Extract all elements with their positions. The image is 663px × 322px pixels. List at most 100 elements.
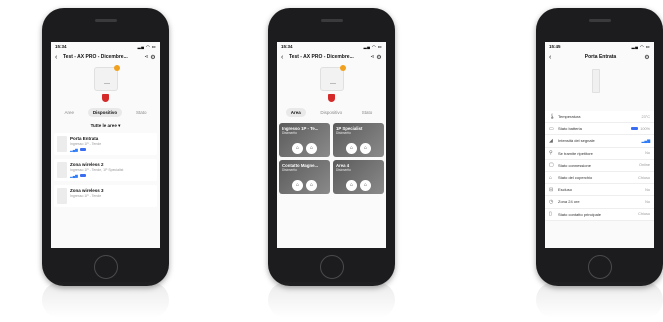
property-value: No bbox=[645, 199, 650, 204]
arm-stay-icon[interactable]: ⌂ bbox=[306, 143, 317, 154]
property-label: Stato batteria bbox=[558, 126, 582, 132]
property-row: ◷ Zona 24 ore No bbox=[545, 196, 654, 209]
device-item[interactable]: Porta Entrata Ingresso 1P - Tende ▂▄▆ bbox=[54, 133, 157, 155]
status-bar: 15:34 ▂▄ ◠ ▭ bbox=[277, 42, 386, 51]
arm-away-icon[interactable]: ⌂ bbox=[346, 143, 357, 154]
status-time: 15:34 bbox=[55, 44, 67, 49]
area-status: Disinserito bbox=[336, 168, 351, 172]
gear-icon[interactable]: ⚙ bbox=[150, 54, 156, 61]
share-icon[interactable]: ⋖ bbox=[369, 54, 376, 60]
tab-dispositivo[interactable]: Dispositivo bbox=[87, 108, 123, 117]
battery-icon: ▭ bbox=[549, 125, 554, 132]
back-icon[interactable]: ‹ bbox=[281, 54, 289, 61]
area-status: Disinserito bbox=[282, 168, 297, 172]
property-row: ▢ Stato connessione Online bbox=[545, 160, 654, 172]
arm-stay-icon[interactable]: ⌂ bbox=[306, 180, 317, 191]
arm-stay-icon[interactable]: ⌂ bbox=[360, 143, 371, 154]
property-label: Temperatura bbox=[558, 114, 581, 120]
speaker bbox=[94, 19, 117, 22]
phone-reflection bbox=[42, 282, 169, 318]
device-area: Ingresso 1P - Tende bbox=[70, 194, 102, 198]
device-thumbnail bbox=[57, 188, 67, 204]
hub-image bbox=[93, 65, 120, 91]
tab-bar: Area Dispositivo Stato bbox=[277, 108, 386, 117]
device-area: Ingresso 1P - Tende bbox=[70, 142, 102, 146]
title-bar: ‹ Test - AX PRO - Dicembre... ⋖ ⚙ bbox=[277, 51, 386, 63]
device-name: Zona wireless 2 bbox=[70, 162, 104, 167]
title-bar: ‹ Test - AX PRO - Dicembre... ⋖ ⚙ bbox=[51, 51, 160, 63]
tab-stato[interactable]: Stato bbox=[131, 108, 152, 117]
24h-icon: ◷ bbox=[549, 198, 554, 205]
phone-device-detail: 15:45 ▂▄ ◠ ▭ ‹ Porta Entrata ⚙ 🌡 Tempera… bbox=[536, 8, 663, 286]
device-item[interactable]: Zona wireless 2 Ingresso 1P - Tende, 1P … bbox=[54, 159, 157, 181]
status-bar: 15:34 ▂▄ ◠ ▭ bbox=[51, 42, 160, 51]
tab-aree[interactable]: Aree bbox=[59, 108, 79, 117]
arm-away-icon[interactable]: ⌂ bbox=[292, 143, 303, 154]
device-thumbnail bbox=[57, 136, 67, 152]
area-status: Disinserito bbox=[282, 131, 297, 135]
arm-stay-icon[interactable]: ⌂ bbox=[360, 180, 371, 191]
area-status: Disinserito bbox=[336, 131, 351, 135]
tab-dispositivo[interactable]: Dispositivo bbox=[315, 108, 347, 117]
status-time: 15:45 bbox=[549, 44, 561, 49]
back-icon[interactable]: ‹ bbox=[549, 54, 557, 61]
property-value: No bbox=[645, 151, 650, 156]
device-name: Zona wireless 3 bbox=[70, 188, 104, 193]
property-label: Stato del coperchio bbox=[558, 175, 593, 181]
area-card[interactable]: Contatto Magne... Disinserito ⌂ ⌂ bbox=[279, 160, 330, 194]
shield-icon bbox=[102, 94, 109, 102]
page-title: Test - AX PRO - Dicembre... bbox=[289, 54, 354, 60]
signal-icon: ▂▄▆ bbox=[70, 174, 78, 178]
property-row: ⌂ Stato del coperchio Chiuso bbox=[545, 172, 654, 185]
phone-frame: 15:34 ▂▄ ◠ ▭ ‹ Test - AX PRO - Dicembre.… bbox=[268, 8, 395, 286]
device-item[interactable]: Zona wireless 3 Ingresso 1P - Tende bbox=[54, 185, 157, 207]
area-card[interactable]: Area 4 Disinserito ⌂ ⌂ bbox=[333, 160, 384, 194]
property-value: Chiuso bbox=[638, 175, 650, 180]
signal-icon: ▂▄▆ bbox=[70, 148, 78, 152]
gear-icon[interactable]: ⚙ bbox=[376, 54, 382, 61]
page-title: Test - AX PRO - Dicembre... bbox=[63, 54, 128, 60]
tab-stato[interactable]: Stato bbox=[357, 108, 378, 117]
status-time: 15:34 bbox=[281, 44, 293, 49]
property-row: ▯ Stato contatto principale Chiuso bbox=[545, 209, 654, 221]
signal-icon: ◢ bbox=[549, 137, 553, 144]
tab-bar: Aree Dispositivo Stato bbox=[51, 108, 160, 117]
connection-icon: ▢ bbox=[549, 162, 554, 169]
status-bar: 15:45 ▂▄ ◠ ▭ bbox=[545, 42, 654, 51]
phone-areas: 15:34 ▂▄ ◠ ▭ ‹ Test - AX PRO - Dicembre.… bbox=[268, 8, 395, 286]
cover-icon: ⌂ bbox=[549, 174, 553, 181]
shield-icon bbox=[328, 94, 335, 102]
area-filter-dropdown[interactable]: Tutte le aree ▾ bbox=[51, 123, 160, 129]
area-filter-label: Tutte le aree bbox=[90, 123, 117, 128]
home-button[interactable] bbox=[319, 255, 344, 279]
property-value: 23°C bbox=[641, 114, 650, 119]
arm-away-icon[interactable]: ⌂ bbox=[346, 180, 357, 191]
speaker bbox=[320, 19, 343, 22]
hub-alert-dot bbox=[113, 65, 120, 71]
tab-area[interactable]: Area bbox=[285, 108, 306, 117]
arm-away-icon[interactable]: ⌂ bbox=[292, 180, 303, 191]
battery-icon bbox=[79, 148, 86, 151]
property-row: ⚲ Se tramite ripetitore No bbox=[545, 148, 654, 160]
screen-devices: 15:34 ▂▄ ◠ ▭ ‹ Test - AX PRO - Dicembre.… bbox=[51, 42, 160, 248]
thermometer-icon: 🌡 bbox=[549, 113, 556, 120]
battery-icon bbox=[79, 174, 86, 177]
area-card[interactable]: Ingresso 1P - Te... Disinserito ⌂ ⌂ bbox=[279, 123, 330, 157]
property-row: ▭ Stato batteria 100% bbox=[545, 123, 654, 136]
property-label: Escluso bbox=[558, 187, 573, 193]
phone-reflection bbox=[536, 282, 663, 318]
share-icon[interactable]: ⋖ bbox=[143, 54, 150, 60]
title-bar: ‹ Porta Entrata ⚙ bbox=[545, 51, 654, 63]
property-row: 🌡 Temperatura 23°C bbox=[545, 111, 654, 124]
property-value: Online bbox=[639, 163, 650, 168]
property-list: 🌡 Temperatura 23°C ▭ Stato batteria 100%… bbox=[545, 111, 654, 221]
phone-devices: 15:34 ▂▄ ◠ ▭ ‹ Test - AX PRO - Dicembre.… bbox=[42, 8, 169, 286]
area-card[interactable]: 1P Specialist Disinserito ⌂ ⌂ bbox=[333, 123, 384, 157]
back-icon[interactable]: ‹ bbox=[55, 54, 63, 61]
home-button[interactable] bbox=[587, 255, 612, 279]
speaker bbox=[588, 19, 611, 22]
home-button[interactable] bbox=[93, 255, 118, 279]
gear-icon[interactable]: ⚙ bbox=[644, 54, 650, 61]
property-row: ⊟ Escluso No bbox=[545, 184, 654, 197]
phone-reflection bbox=[268, 282, 395, 318]
